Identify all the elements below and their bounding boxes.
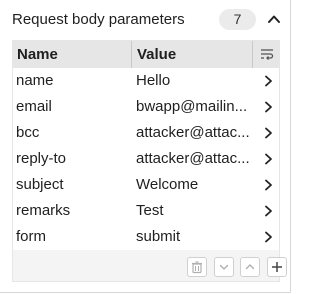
param-name: form <box>16 228 46 245</box>
param-name: reply-to <box>16 150 67 167</box>
panel-header[interactable]: Request body parameters 7 <box>12 8 284 32</box>
expand-row-button[interactable] <box>261 126 275 140</box>
param-value: submit <box>136 228 181 245</box>
request-body-parameters-panel: Request body parameters 7 Name Value nam… <box>0 0 291 293</box>
expand-row-button[interactable] <box>261 230 275 244</box>
chevron-up-icon <box>268 15 280 23</box>
column-divider[interactable] <box>131 41 132 68</box>
table-toolbar <box>173 257 287 279</box>
table-row[interactable]: remarks Test <box>13 198 279 224</box>
param-name: subject <box>16 176 64 193</box>
move-up-button[interactable] <box>240 257 260 277</box>
parameters-table: Name Value name Hello email bwapp@mailin… <box>12 40 287 282</box>
collapse-button[interactable] <box>265 10 283 28</box>
param-value: attacker@attac... <box>136 124 250 141</box>
table-body: name Hello email bwapp@mailin... bcc att… <box>13 68 279 250</box>
count-badge: 7 <box>219 9 256 30</box>
expand-row-button[interactable] <box>261 74 275 88</box>
panel-title: Request body parameters <box>12 11 185 28</box>
chevron-right-icon <box>265 179 272 191</box>
expand-row-button[interactable] <box>261 100 275 114</box>
wrap-text-button[interactable] <box>259 46 275 62</box>
expand-row-button[interactable] <box>261 178 275 192</box>
param-value: attacker@attac... <box>136 150 250 167</box>
chevron-down-icon <box>219 264 229 270</box>
column-header-value[interactable]: Value <box>137 41 176 68</box>
table-header: Name Value <box>13 41 279 68</box>
table-row[interactable]: form submit <box>13 224 279 250</box>
param-name: email <box>16 98 52 115</box>
table-row[interactable]: bcc attacker@attac... <box>13 120 279 146</box>
plus-icon <box>272 262 282 272</box>
chevron-up-icon <box>245 264 255 270</box>
chevron-right-icon <box>265 101 272 113</box>
param-name: name <box>16 72 54 89</box>
table-row[interactable]: subject Welcome <box>13 172 279 198</box>
trash-icon <box>192 261 202 274</box>
chevron-right-icon <box>265 205 272 217</box>
wrap-text-icon <box>261 49 274 60</box>
move-down-button[interactable] <box>214 257 234 277</box>
column-header-name[interactable]: Name <box>17 41 58 68</box>
table-row[interactable]: reply-to attacker@attac... <box>13 146 279 172</box>
chevron-right-icon <box>265 153 272 165</box>
chevron-right-icon <box>265 127 272 139</box>
param-name: remarks <box>16 202 71 219</box>
delete-row-button[interactable] <box>187 257 207 277</box>
add-row-button[interactable] <box>267 257 287 277</box>
param-value: Hello <box>136 72 171 89</box>
chevron-right-icon <box>265 231 272 243</box>
param-value: bwapp@mailin... <box>136 98 248 115</box>
param-value: Welcome <box>136 176 199 193</box>
table-row[interactable]: name Hello <box>13 68 279 94</box>
param-value: Test <box>136 202 164 219</box>
expand-row-button[interactable] <box>261 152 275 166</box>
column-divider[interactable] <box>252 41 253 68</box>
table-row[interactable]: email bwapp@mailin... <box>13 94 279 120</box>
expand-row-button[interactable] <box>261 204 275 218</box>
chevron-right-icon <box>265 75 272 87</box>
param-name: bcc <box>16 124 40 141</box>
